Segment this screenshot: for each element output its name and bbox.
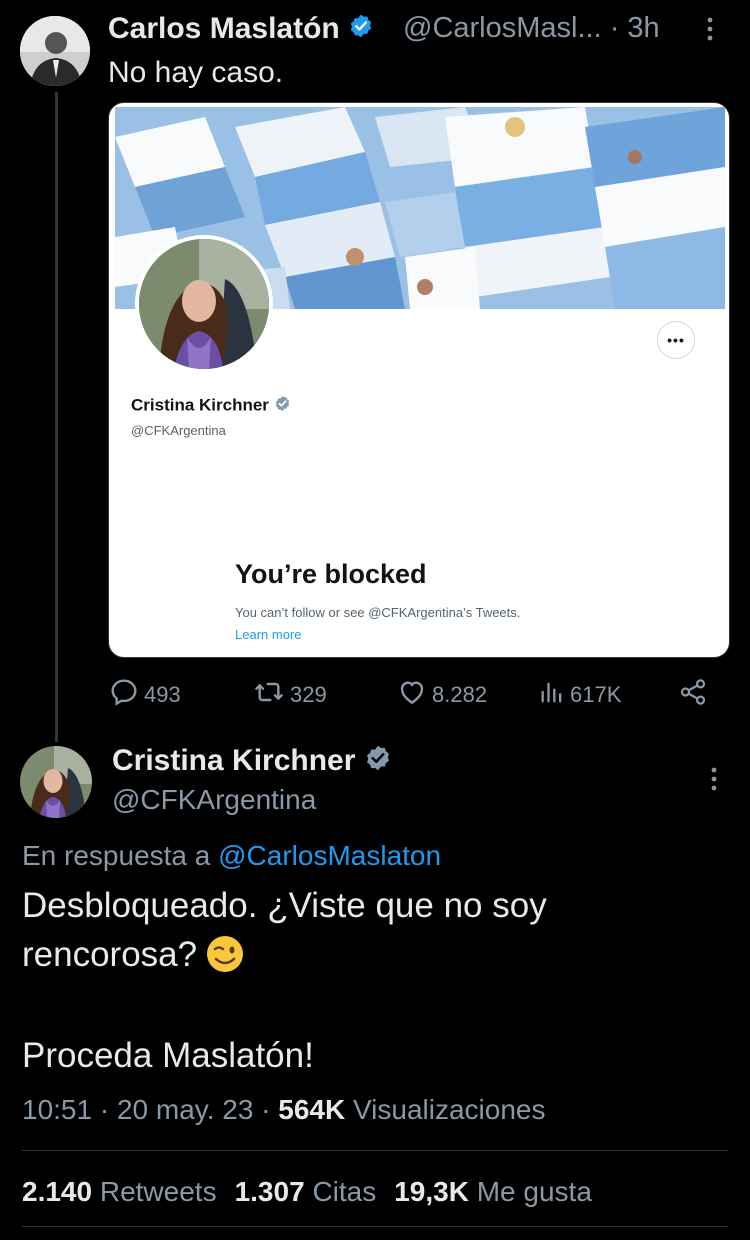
tweet1-text: No hay caso. [108,56,284,89]
tweet2-views-count: 564K [278,1094,346,1125]
learn-more-link: Learn more [235,627,302,642]
divider [22,1150,728,1151]
tweet1-time[interactable]: · 3h [610,12,660,44]
cristina-profile-avatar [135,235,273,373]
verified-badge-icon [348,13,374,47]
wink-emoji-icon [205,934,245,974]
retweet-count: 329 [290,682,327,707]
reply-count: 493 [144,682,181,707]
card-more-button: ••• [657,321,695,359]
tweet1-author-name-text: Carlos Maslatón [108,12,340,45]
tweet2-timestamp[interactable]: 10:51 · 20 may. 23 · [22,1094,271,1125]
reply-mention-link[interactable]: @CarlosMaslaton [218,840,441,871]
tweet2-text-line1: Desbloqueado. ¿Viste que no soy [22,886,547,925]
tweet2-views-label: Visualizaciones [353,1094,546,1125]
retweet-icon [252,676,286,714]
blocked-title: You’re blocked [235,559,427,589]
tweet1-handle-time[interactable]: @CarlosMasl... · 3h [403,12,660,45]
like-icon [396,676,428,714]
quotes-label: Citas [312,1176,377,1207]
cristina-avatar[interactable] [20,746,92,818]
tweet2-text-line2: rencorosa? [22,934,245,975]
divider [22,1226,728,1227]
reply-prefix: En respuesta a [22,840,211,871]
share-icon [678,676,708,714]
card-profile-name-text: Cristina Kirchner [131,395,269,415]
more-icon[interactable] [708,764,720,799]
likes-stat[interactable]: 19,3K Me gusta [394,1176,592,1207]
views-icon [538,676,566,714]
retweet-button[interactable]: 329 [252,676,327,714]
tweet2-handle[interactable]: @CFKArgentina [112,784,316,816]
views-count: 617K [570,682,622,707]
tweet2-metadata: 10:51 · 20 may. 23 · 564K Visualizacione… [22,1094,546,1126]
card-verified-badge-icon [274,395,291,417]
tweet2-text-line2-text: rencorosa? [22,935,198,974]
reply-button[interactable]: 493 [108,676,181,714]
quotes-count: 1.307 [234,1176,305,1207]
tweet1-handle[interactable]: @CarlosMasl... [403,12,602,44]
tweet1-action-bar: 493 329 8.282 617K [108,676,708,712]
like-button[interactable]: 8.282 [396,676,487,714]
likes-label: Me gusta [476,1176,592,1207]
quotes-stat[interactable]: 1.307 Citas [235,1176,377,1207]
thread-line [55,92,58,742]
tweet2-author-name-text: Cristina Kirchner [112,744,356,777]
tweet2-engagement-stats: 2.140 Retweets 1.307 Citas 19,3K Me gusta [22,1176,592,1208]
card-profile-handle: @CFKArgentina [131,423,226,438]
reply-icon [108,676,140,714]
tweet2-author-name[interactable]: Cristina Kirchner [112,744,392,780]
blocked-description: You can’t follow or see @CFKArgentina’s … [235,605,521,620]
carlos-avatar[interactable] [20,16,90,86]
retweets-label: Retweets [99,1176,217,1207]
reply-context: En respuesta a @CarlosMaslaton [22,840,441,872]
likes-count: 19,3K [394,1176,469,1207]
card-profile-name: Cristina Kirchner [131,395,291,417]
share-button[interactable] [678,676,708,714]
retweets-stat[interactable]: 2.140 Retweets [22,1176,217,1207]
views-button[interactable]: 617K [538,676,621,714]
tweet2-text-line3: Proceda Maslatón! [22,1036,314,1075]
embedded-profile-screenshot[interactable]: ••• Cristina Kirchner @CFKArgentina You’… [108,102,730,658]
tweet1-author-name[interactable]: Carlos Maslatón [108,12,374,47]
verified-badge-icon [364,744,392,780]
like-count: 8.282 [432,682,488,707]
retweets-count: 2.140 [22,1176,93,1207]
more-icon[interactable] [704,14,716,49]
